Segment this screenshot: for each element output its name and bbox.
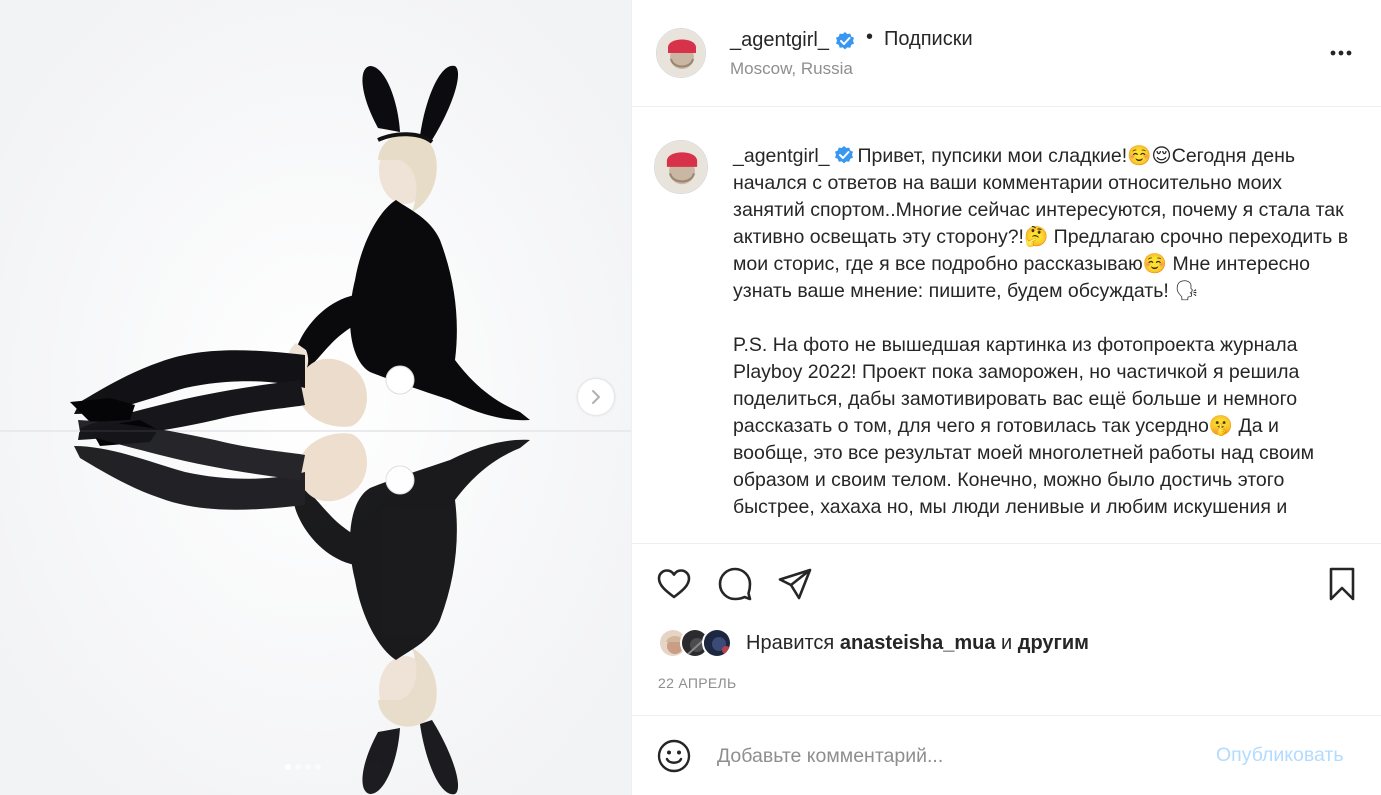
post-modal: _agentgirl_ • Подписки Moscow, Russia _a… — [0, 0, 1381, 795]
username-text[interactable]: _agentgirl_ — [730, 29, 829, 52]
liker-avatar — [702, 628, 732, 658]
post-image[interactable] — [0, 0, 631, 795]
bookmark-icon[interactable] — [1324, 566, 1360, 602]
carousel-dot — [285, 764, 291, 770]
liker-username[interactable]: anasteisha_mua — [840, 632, 996, 654]
avatar[interactable] — [654, 140, 708, 194]
carousel-next-button[interactable] — [578, 379, 614, 415]
publish-button[interactable]: Опубликовать — [1216, 744, 1344, 767]
post-location[interactable]: Moscow, Russia — [730, 59, 853, 79]
caption-section: _agentgirl_ Привет, пупсики мои сладкие!… — [632, 107, 1381, 543]
comment-icon[interactable] — [717, 566, 753, 602]
caption-text: P.S. На фото не вышедшая картинка из фот… — [733, 334, 1314, 518]
chevron-right-icon — [592, 390, 600, 404]
verified-badge-icon — [834, 146, 853, 164]
photo-illustration — [0, 0, 631, 795]
likes-text: Нравится anasteisha_mua и другим — [746, 632, 1089, 655]
more-options-icon[interactable] — [1328, 40, 1354, 66]
likes-others-link[interactable]: другим — [1018, 632, 1089, 654]
carousel-dot — [305, 764, 311, 770]
post-caption: _agentgirl_ Привет, пупсики мои сладкие!… — [733, 143, 1358, 521]
caption-text: Привет, пупсики мои сладкие!☺️😌Сегодня д… — [733, 145, 1349, 302]
verified-badge-icon — [835, 31, 854, 49]
separator-dot: • — [866, 26, 874, 48]
likes-summary[interactable]: Нравится anasteisha_mua и другим — [658, 628, 1089, 658]
avatar[interactable] — [656, 28, 706, 78]
likes-prefix: Нравится — [746, 631, 835, 654]
caption-username[interactable]: _agentgirl_ — [733, 145, 830, 167]
following-button[interactable]: Подписки — [884, 28, 973, 51]
carousel-indicator — [285, 764, 321, 770]
post-actions: Нравится anasteisha_mua и другим 22 АПРЕ… — [632, 543, 1381, 715]
comment-input[interactable] — [717, 740, 1187, 772]
post-date[interactable]: 22 АПРЕЛЬ — [658, 675, 736, 691]
carousel-dot — [295, 764, 301, 770]
heart-icon[interactable] — [656, 566, 692, 602]
likes-conjunction: и — [1001, 631, 1013, 654]
carousel-dot — [315, 764, 321, 770]
post-details-panel: _agentgirl_ • Подписки Moscow, Russia _a… — [631, 0, 1381, 795]
post-header: _agentgirl_ • Подписки Moscow, Russia — [632, 0, 1381, 107]
comment-form: Опубликовать — [632, 715, 1381, 795]
emoji-icon[interactable] — [656, 738, 692, 774]
share-icon[interactable] — [777, 566, 813, 602]
post-username[interactable]: _agentgirl_ — [730, 29, 855, 52]
